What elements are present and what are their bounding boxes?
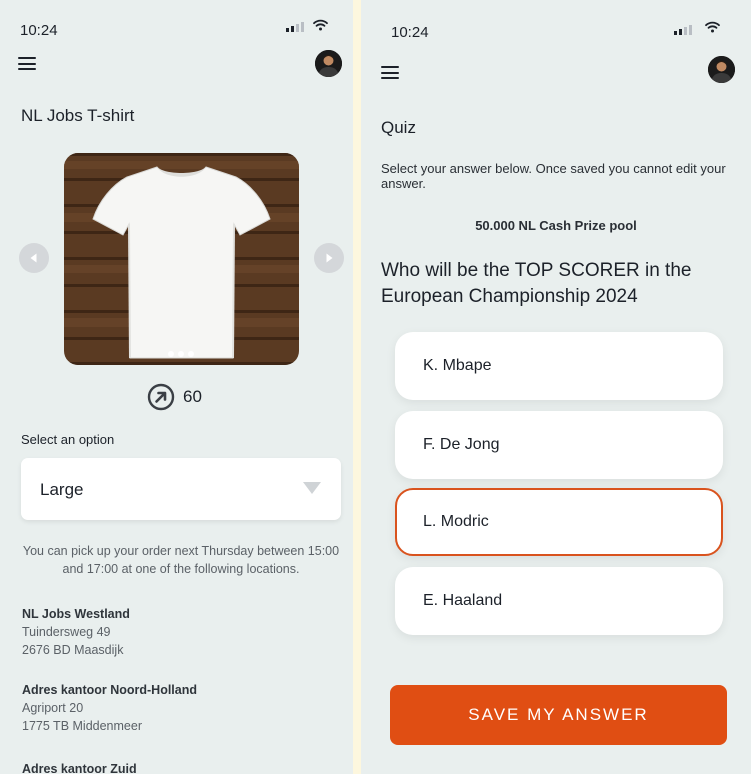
menu-icon[interactable] [18, 57, 36, 70]
status-time: 10:24 [391, 24, 429, 41]
quiz-title: Quiz [381, 118, 416, 137]
pickup-note: You can pick up your order next Thursday… [22, 544, 340, 576]
location-noord-holland: Adres kantoor Noord-Holland Agriport 20 … [22, 681, 197, 735]
answer-label: K. Mbape [423, 357, 492, 374]
arrow-left-icon [30, 253, 37, 263]
location-street: Agriport 20 [22, 701, 84, 715]
size-select[interactable]: Large [21, 458, 341, 520]
status-time: 10:24 [20, 22, 58, 39]
product-image [64, 153, 299, 365]
save-answer-button[interactable]: SAVE MY ANSWER [390, 685, 727, 745]
location-zuid: Adres kantoor Zuid [22, 760, 137, 774]
location-city: 1775 TB Middenmeer [22, 719, 142, 733]
quiz-description: Select your answer below. Once saved you… [381, 161, 726, 191]
prize-pool: 50.000 NL Cash Prize pool [475, 218, 637, 233]
dropdown-caret-icon [303, 482, 321, 494]
answer-option[interactable]: F. De Jong [395, 411, 723, 479]
menu-icon[interactable] [381, 66, 399, 79]
quiz-question: Who will be the TOP SCORER in the Europe… [381, 260, 692, 307]
status-bar: 10:24 [0, 0, 353, 52]
avatar[interactable] [315, 50, 342, 77]
location-westland: NL Jobs Westland Tuindersweg 49 2676 BD … [22, 605, 130, 659]
location-street: Tuindersweg 49 [22, 625, 111, 639]
product-title: NL Jobs T-shirt [21, 106, 135, 125]
answer-option[interactable]: E. Haaland [395, 567, 723, 635]
location-name: Adres kantoor Noord-Holland [22, 683, 198, 697]
answer-option-selected[interactable]: L. Modric [395, 488, 723, 556]
select-label: Select an option [21, 432, 115, 447]
signal-icon [674, 25, 692, 35]
avatar[interactable] [708, 56, 735, 83]
carousel-prev-button[interactable] [19, 243, 49, 273]
wifi-icon [705, 21, 720, 33]
answer-label: L. Modric [423, 513, 489, 530]
points-value: 60 [183, 387, 202, 406]
product-screen: 10:24 NL Jobs T-shirt 60 Select an optio… [0, 0, 353, 774]
carousel-next-button[interactable] [314, 243, 344, 273]
arrow-right-icon [326, 253, 333, 263]
answer-label: F. De Jong [423, 436, 500, 453]
select-value: Large [40, 480, 84, 499]
location-name: NL Jobs Westland [22, 607, 130, 621]
answer-option[interactable]: K. Mbape [395, 332, 723, 400]
quiz-screen: 10:24 Quiz Select your answer below. Onc… [361, 0, 751, 774]
answer-label: E. Haaland [423, 592, 503, 609]
points-row: 60 [147, 383, 202, 411]
wifi-icon [313, 19, 328, 31]
points-arrow-icon [147, 383, 175, 411]
location-name: Adres kantoor Zuid [22, 762, 137, 774]
status-bar: 10:24 [361, 0, 751, 52]
signal-icon [286, 22, 304, 32]
location-city: 2676 BD Maasdijk [22, 643, 124, 657]
carousel-dots[interactable] [168, 351, 194, 357]
